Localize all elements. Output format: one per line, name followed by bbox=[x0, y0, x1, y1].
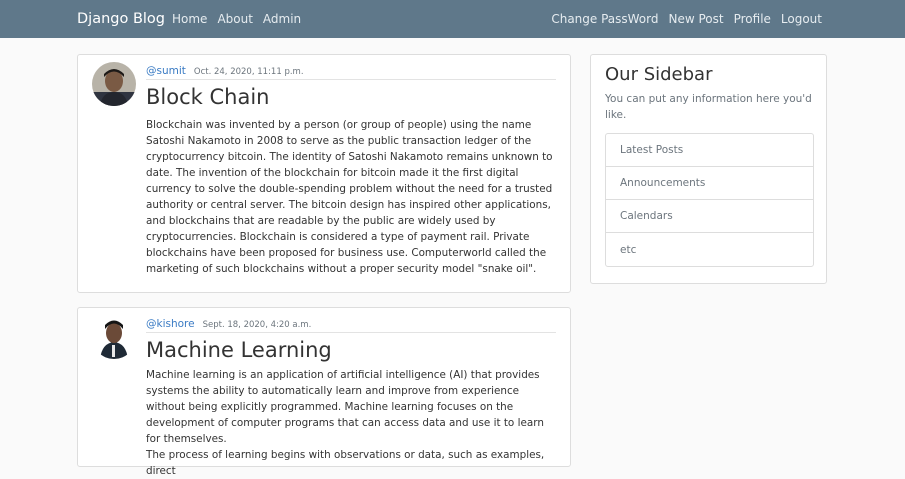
nav-left: Home About Admin bbox=[172, 11, 301, 27]
post-content: Machine learning is an application of ar… bbox=[146, 367, 560, 479]
nav-new-post-link[interactable]: New Post bbox=[668, 11, 723, 27]
nav-about-link[interactable]: About bbox=[217, 11, 252, 27]
avatar bbox=[92, 62, 136, 106]
post-title-link[interactable]: Machine Learning bbox=[146, 336, 332, 364]
sidebar-list: Latest Posts Announcements Calendars etc bbox=[605, 133, 814, 267]
author-link[interactable]: @sumit bbox=[146, 64, 186, 78]
post-paragraph: The process of learning begins with obse… bbox=[146, 449, 545, 477]
author-photo-icon bbox=[92, 315, 136, 359]
sidebar-item-announcements[interactable]: Announcements bbox=[606, 167, 813, 200]
sidebar-title: Our Sidebar bbox=[605, 64, 713, 85]
post-date: Sept. 18, 2020, 4:20 a.m. bbox=[202, 320, 312, 330]
post-card: @kishore Sept. 18, 2020, 4:20 a.m. Machi… bbox=[77, 307, 571, 477]
sidebar-item-calendars[interactable]: Calendars bbox=[606, 200, 813, 233]
author-link[interactable]: @kishore bbox=[146, 317, 195, 331]
post-date: Oct. 24, 2020, 11:11 p.m. bbox=[193, 67, 304, 77]
post-card: @sumit Oct. 24, 2020, 11:11 p.m. Block C… bbox=[77, 54, 571, 293]
nav-admin-link[interactable]: Admin bbox=[263, 11, 301, 27]
post-meta: @sumit Oct. 24, 2020, 11:11 p.m. bbox=[146, 64, 556, 80]
nav-change-password-link[interactable]: Change PassWord bbox=[551, 11, 658, 27]
sidebar-item-latest-posts[interactable]: Latest Posts bbox=[606, 134, 813, 167]
post-meta: @kishore Sept. 18, 2020, 4:20 a.m. bbox=[146, 317, 556, 333]
nav-right: Change PassWord New Post Profile Logout bbox=[551, 11, 822, 27]
sidebar-item-etc[interactable]: etc bbox=[606, 233, 813, 266]
nav-logout-link[interactable]: Logout bbox=[781, 11, 822, 27]
navbar: Django Blog Home About Admin Change Pass… bbox=[0, 0, 905, 38]
brand-link[interactable]: Django Blog bbox=[77, 10, 165, 28]
post-title-link[interactable]: Block Chain bbox=[146, 83, 269, 111]
author-photo-icon bbox=[92, 62, 136, 106]
avatar bbox=[92, 315, 136, 359]
nav-home-link[interactable]: Home bbox=[172, 11, 207, 27]
sidebar: Our Sidebar You can put any information … bbox=[590, 54, 827, 284]
post-paragraph: Machine learning is an application of ar… bbox=[146, 369, 544, 445]
sidebar-description: You can put any information here you'd l… bbox=[605, 93, 812, 121]
post-content: Blockchain was invented by a person (or … bbox=[146, 119, 553, 275]
nav-profile-link[interactable]: Profile bbox=[734, 11, 771, 27]
